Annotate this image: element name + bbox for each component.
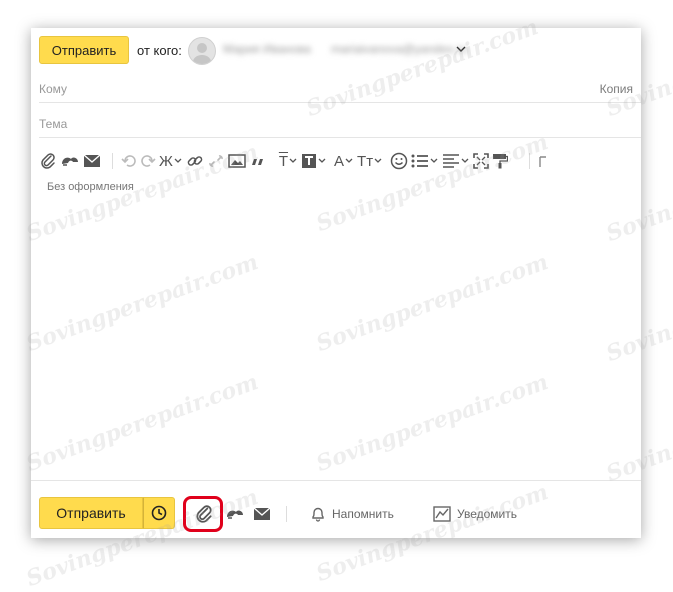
subject-field[interactable]: Тема — [39, 113, 641, 138]
quote-icon[interactable] — [249, 150, 267, 172]
bold-letter: Ж — [159, 152, 173, 170]
from-name[interactable]: Мария Иванова — [223, 40, 323, 58]
font-color-dropdown[interactable]: A — [334, 150, 354, 172]
format-painter-icon[interactable] — [492, 150, 509, 172]
text-format-dropdown[interactable]: Т — [279, 150, 298, 172]
clock-icon — [151, 505, 167, 521]
text-background-dropdown[interactable] — [301, 150, 327, 172]
chevron-down-icon — [318, 158, 326, 163]
from-email[interactable]: mariaivanova@yandex.ru — [331, 40, 467, 58]
mail-attach-icon[interactable] — [253, 504, 271, 524]
text-format-letter: Т — [278, 152, 289, 170]
notify-button[interactable]: Уведомить — [433, 504, 517, 524]
font-size-dropdown[interactable]: Тт — [357, 150, 383, 172]
unlink-icon[interactable] — [207, 150, 225, 172]
chevron-down-icon — [289, 158, 297, 163]
redo-icon[interactable] — [140, 150, 156, 172]
bottom-toolbar-divider — [286, 506, 287, 522]
list-dropdown[interactable] — [411, 150, 439, 172]
format-toolbar: Ж Т A Тт — [39, 150, 551, 172]
bottom-divider — [31, 480, 641, 481]
disk-attach-icon[interactable] — [225, 504, 245, 524]
chevron-down-icon — [430, 158, 438, 163]
send-button-top[interactable]: Отправить — [39, 36, 129, 64]
more-icon[interactable] — [538, 150, 548, 172]
image-icon[interactable] — [228, 150, 246, 172]
bold-dropdown[interactable]: Ж — [159, 150, 183, 172]
to-field[interactable]: Кому Копия — [39, 78, 641, 103]
align-dropdown[interactable] — [442, 150, 470, 172]
chevron-down-icon — [374, 158, 382, 163]
list-icon — [411, 154, 429, 168]
notify-label: Уведомить — [457, 507, 517, 521]
text-background-icon — [302, 154, 317, 168]
send-button-group: Отправить — [39, 497, 175, 529]
mail-attach-icon[interactable] — [83, 150, 101, 172]
delayed-send-button[interactable] — [143, 497, 175, 529]
link-icon[interactable] — [186, 150, 204, 172]
attach-icon[interactable] — [39, 150, 57, 172]
toolbar-divider — [273, 153, 275, 169]
send-button-bottom[interactable]: Отправить — [39, 497, 143, 529]
from-label: от кого: — [137, 43, 182, 58]
remind-button[interactable]: Напомнить — [310, 504, 394, 524]
format-mode-label[interactable]: Без оформления — [47, 181, 134, 193]
font-letter: A — [334, 152, 345, 170]
bell-icon — [312, 507, 324, 522]
disk-attach-icon[interactable] — [60, 150, 80, 172]
chevron-down-icon — [174, 158, 182, 163]
chevron-down-icon — [461, 158, 469, 163]
to-label: Кому — [39, 82, 68, 96]
toolbar-divider — [529, 153, 531, 169]
chevron-down-icon — [345, 158, 353, 163]
align-icon — [443, 154, 460, 168]
notify-icon — [433, 506, 451, 522]
toolbar-divider — [112, 153, 113, 169]
undo-icon[interactable] — [121, 150, 137, 172]
chevron-down-icon[interactable] — [455, 42, 467, 56]
fullscreen-icon[interactable] — [473, 150, 489, 172]
copy-link[interactable]: Копия — [600, 82, 633, 96]
remind-label: Напомнить — [332, 507, 394, 521]
avatar[interactable] — [188, 37, 216, 65]
font-size-letter: Тт — [357, 152, 374, 170]
smiley-icon[interactable] — [390, 150, 408, 172]
subject-label: Тема — [39, 117, 68, 131]
compose-window: Отправить от кого: Мария Иванова mariaiv… — [31, 28, 641, 538]
attach-icon[interactable] — [194, 504, 214, 524]
avatar-person-icon — [193, 43, 211, 64]
